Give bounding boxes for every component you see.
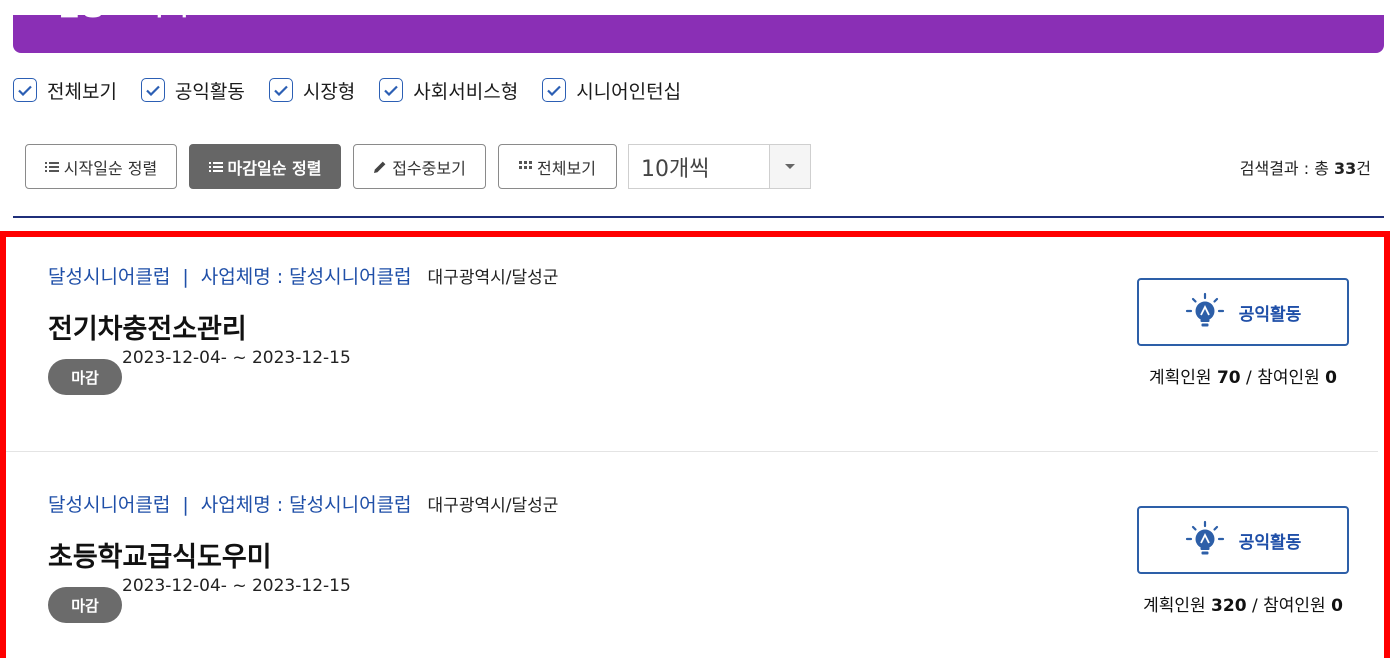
status-badge: 마감: [48, 359, 122, 395]
filter-label: 전체보기: [47, 80, 117, 103]
filter-public-activity[interactable]: 공익활동: [140, 77, 245, 104]
pencil-icon: [374, 161, 386, 173]
list-divider: [13, 216, 1384, 218]
list-icon: [208, 161, 223, 172]
list-icon: [44, 161, 59, 172]
listing-card[interactable]: 달성시니어클럽 | 사업체명 : 달성시니어클럽 대구광역시/달성군 전기차충전…: [6, 237, 1378, 452]
filter-social-service-checkbox[interactable]: [379, 78, 404, 102]
caret-down-icon: [785, 164, 795, 169]
category-filters: 전체보기 공익활동 시장형 사회서비스형 시니어인턴십: [13, 76, 705, 104]
listing-period: 2023-12-04- ~ 2023-12-15: [122, 576, 351, 596]
recruitment-counts: 계획인원 320 / 참여인원 0: [1137, 591, 1349, 616]
filter-all[interactable]: 전체보기: [13, 77, 117, 104]
check-icon: [18, 85, 32, 96]
recruitment-counts: 계획인원 70 / 참여인원 0: [1137, 363, 1349, 388]
activity-type-button[interactable]: 공익활동: [1137, 506, 1349, 574]
sort-toolbar: 시작일순 정렬 마감일순 정렬 접수중보기 전체보기: [25, 144, 629, 189]
listing-business-link[interactable]: 사업체명 : 달성시니어클럽: [201, 490, 412, 517]
listing-meta: 달성시니어클럽 | 사업체명 : 달성시니어클럽 대구광역시/달성군: [48, 490, 558, 517]
activity-type-label: 공익활동: [1238, 304, 1302, 325]
planned-count: 320: [1211, 596, 1247, 616]
counts-separator: /: [1246, 596, 1264, 616]
listing-region: 대구광역시/달성군: [427, 496, 559, 516]
listing-title[interactable]: 전기차충전소관리: [48, 307, 247, 346]
listing-region: 대구광역시/달성군: [427, 268, 559, 288]
filter-social-service[interactable]: 사회서비스형: [379, 77, 518, 104]
listing-org-link[interactable]: 달성시니어클럽: [48, 262, 170, 289]
grid-icon: [519, 161, 533, 169]
planned-count: 70: [1216, 368, 1241, 388]
activity-type-button[interactable]: 공익활동: [1137, 278, 1349, 346]
listing-org-link[interactable]: 달성시니어클럽: [48, 490, 170, 517]
scroll-mask: [0, 0, 1393, 15]
participants-count: 0: [1331, 596, 1343, 616]
sort-start-button[interactable]: 시작일순 정렬: [25, 144, 177, 189]
filter-all-checkbox[interactable]: [13, 78, 37, 102]
sort-start-label: 시작일순 정렬: [63, 158, 158, 178]
sort-end-label: 마감일순 정렬: [227, 158, 322, 178]
meta-separator: |: [182, 266, 189, 288]
listing-title[interactable]: 초등학교급식도우미: [48, 535, 272, 574]
view-all-label: 전체보기: [537, 158, 596, 178]
listing-business-link[interactable]: 사업체명 : 달성시니어클럽: [201, 262, 412, 289]
filter-market[interactable]: 시장형: [268, 77, 356, 104]
result-number: 33: [1334, 159, 1357, 178]
check-icon: [384, 85, 399, 96]
filter-senior-intern-checkbox[interactable]: [542, 78, 567, 102]
filter-market-checkbox[interactable]: [268, 78, 293, 102]
receiving-button[interactable]: 접수중보기: [353, 144, 486, 189]
filter-label: 시니어인턴십: [576, 80, 682, 103]
filter-senior-intern[interactable]: 시니어인턴십: [542, 77, 681, 104]
page-size-value: 10개씩: [641, 156, 710, 182]
page-size-select[interactable]: 10개씩: [628, 144, 811, 189]
participants-label: 참여인원: [1263, 596, 1332, 616]
check-icon: [547, 85, 561, 96]
listing-period: 2023-12-04- ~ 2023-12-15: [122, 348, 351, 368]
view-all-button[interactable]: 전체보기: [498, 144, 617, 189]
filter-public-activity-checkbox[interactable]: [140, 78, 165, 102]
listing-card[interactable]: 달성시니어클럽 | 사업체명 : 달성시니어클럽 대구광역시/달성군 초등학교급…: [6, 465, 1378, 658]
filter-label: 시장형: [302, 80, 356, 103]
planned-label: 계획인원: [1149, 368, 1217, 388]
check-icon: [274, 85, 288, 96]
result-count: 검색결과 : 총 33건: [1240, 155, 1371, 179]
activity-type-label: 공익활동: [1238, 532, 1302, 553]
lightbulb-icon: [1185, 292, 1224, 327]
receiving-label: 접수중보기: [392, 158, 466, 178]
check-icon: [146, 85, 160, 96]
listing-meta: 달성시니어클럽 | 사업체명 : 달성시니어클럽 대구광역시/달성군: [48, 262, 558, 289]
sort-end-button[interactable]: 마감일순 정렬: [189, 144, 341, 189]
participants-count: 0: [1325, 368, 1337, 388]
participants-label: 참여인원: [1257, 368, 1326, 388]
lightbulb-icon: [1185, 520, 1224, 555]
result-suffix: 건: [1356, 159, 1371, 178]
status-badge: 마감: [48, 587, 122, 623]
filter-label: 공익활동: [174, 80, 245, 103]
result-prefix: 검색결과 : 총: [1239, 159, 1334, 178]
page-size-toggle[interactable]: [769, 145, 810, 188]
meta-separator: |: [182, 494, 189, 516]
filter-label: 사회서비스형: [413, 80, 519, 103]
counts-separator: /: [1240, 368, 1258, 388]
planned-label: 계획인원: [1143, 596, 1212, 616]
